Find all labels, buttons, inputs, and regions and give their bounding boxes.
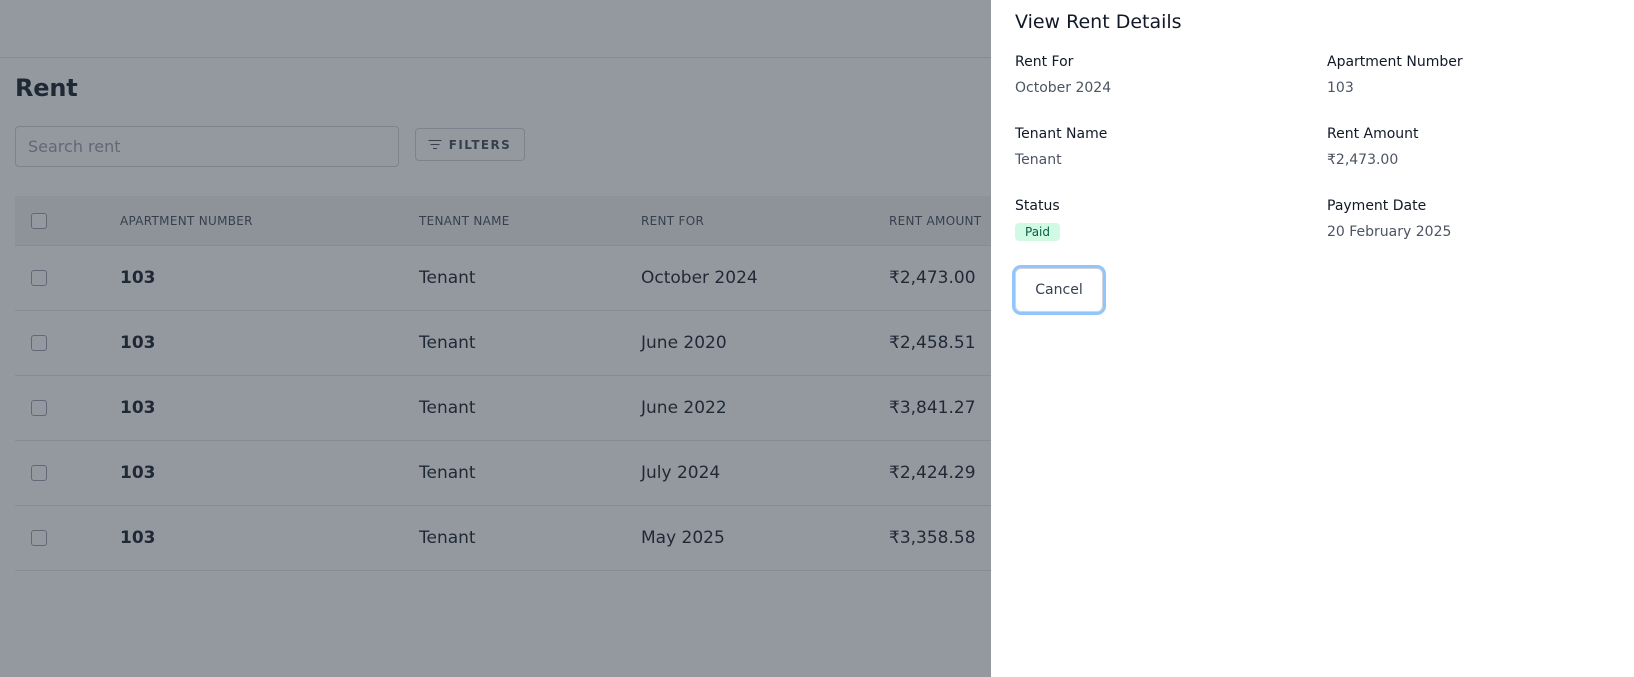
- field-tenant-name: Tenant Name Tenant: [1015, 126, 1107, 168]
- apartment-number-value: 103: [1327, 80, 1354, 96]
- tenant-name-label: Tenant Name: [1015, 126, 1108, 142]
- cancel-button[interactable]: Cancel: [1015, 268, 1103, 312]
- payment-date-label: Payment Date: [1327, 198, 1427, 214]
- status-label: Status: [1015, 198, 1060, 214]
- rent-amount-label: Rent Amount: [1327, 126, 1419, 142]
- field-rent-amount: Rent Amount ₹2,473.00: [1327, 126, 1419, 168]
- payment-date-value: 20 February 2025: [1327, 224, 1452, 240]
- status-badge: Paid: [1015, 223, 1061, 241]
- rent-for-value: October 2024: [1015, 80, 1112, 96]
- tenant-name-value: Tenant: [1015, 152, 1062, 168]
- field-status: Status Paid: [1015, 198, 1061, 241]
- rent-for-label: Rent For: [1015, 54, 1074, 70]
- rent-amount-value: ₹2,473.00: [1327, 152, 1399, 168]
- field-apartment-number: Apartment Number 103: [1327, 54, 1463, 96]
- apartment-number-label: Apartment Number: [1327, 54, 1463, 70]
- view-rent-details-drawer: View Rent Details Rent For October 2024 …: [991, 0, 1634, 677]
- field-payment-date: Payment Date 20 February 2025: [1327, 198, 1451, 240]
- field-rent-for: Rent For October 2024: [1015, 54, 1111, 96]
- drawer-title: View Rent Details: [1015, 11, 1182, 33]
